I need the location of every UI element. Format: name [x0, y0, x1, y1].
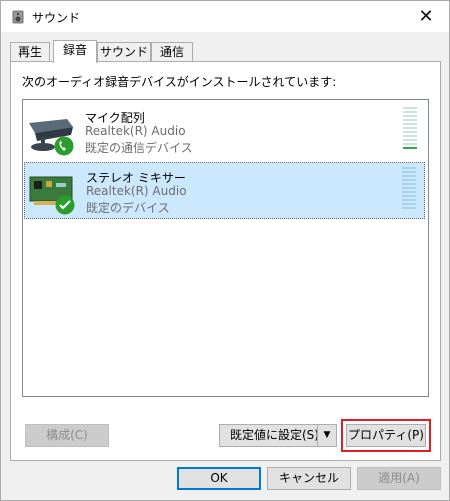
- apply-button[interactable]: 適用(A): [357, 467, 441, 490]
- chevron-down-icon[interactable]: ▼: [317, 425, 336, 446]
- tab-sounds[interactable]: サウンド: [97, 42, 151, 62]
- title-bar: サウンド ✕: [1, 1, 449, 32]
- device-driver: Realtek(R) Audio: [86, 184, 187, 198]
- instruction-text: 次のオーディオ録音デバイスがインストールされています:: [22, 75, 337, 89]
- checkmark-badge-icon: [55, 195, 75, 215]
- level-meter: [403, 107, 417, 155]
- close-icon: ✕: [418, 6, 434, 27]
- recording-panel: 次のオーディオ録音デバイスがインストールされています: マイク配列 Realte…: [10, 61, 441, 461]
- level-meter: [402, 167, 416, 215]
- list-item-microphone-array[interactable]: マイク配列 Realtek(R) Audio 既定の通信デバイス: [24, 103, 425, 160]
- device-status: 既定のデバイス: [86, 201, 170, 215]
- device-list: マイク配列 Realtek(R) Audio 既定の通信デバイス ステレオ ミキ…: [22, 99, 429, 397]
- cancel-button[interactable]: キャンセル: [267, 467, 351, 490]
- sound-dialog: サウンド ✕ 再生 録音 サウンド 通信 次のオーディオ録音デバイスがインストー…: [0, 0, 450, 501]
- device-driver: Realtek(R) Audio: [85, 124, 186, 138]
- phone-badge-icon: [54, 136, 74, 156]
- device-status: 既定の通信デバイス: [85, 141, 193, 155]
- set-default-button[interactable]: 既定値に設定(S) ▼: [219, 424, 337, 447]
- properties-button[interactable]: プロパティ(P): [346, 424, 426, 447]
- close-button[interactable]: ✕: [403, 1, 449, 32]
- ok-button[interactable]: OK: [177, 467, 261, 490]
- window-title: サウンド: [32, 11, 81, 25]
- tab-recording[interactable]: 録音: [53, 40, 97, 63]
- set-default-label: 既定値に設定(S): [230, 428, 319, 442]
- speaker-icon: [12, 10, 24, 24]
- list-item-stereo-mixer[interactable]: ステレオ ミキサー Realtek(R) Audio 既定のデバイス: [24, 162, 425, 219]
- tab-playback[interactable]: 再生: [10, 42, 50, 62]
- tab-communications[interactable]: 通信: [151, 42, 193, 62]
- configure-button[interactable]: 構成(C): [25, 424, 109, 447]
